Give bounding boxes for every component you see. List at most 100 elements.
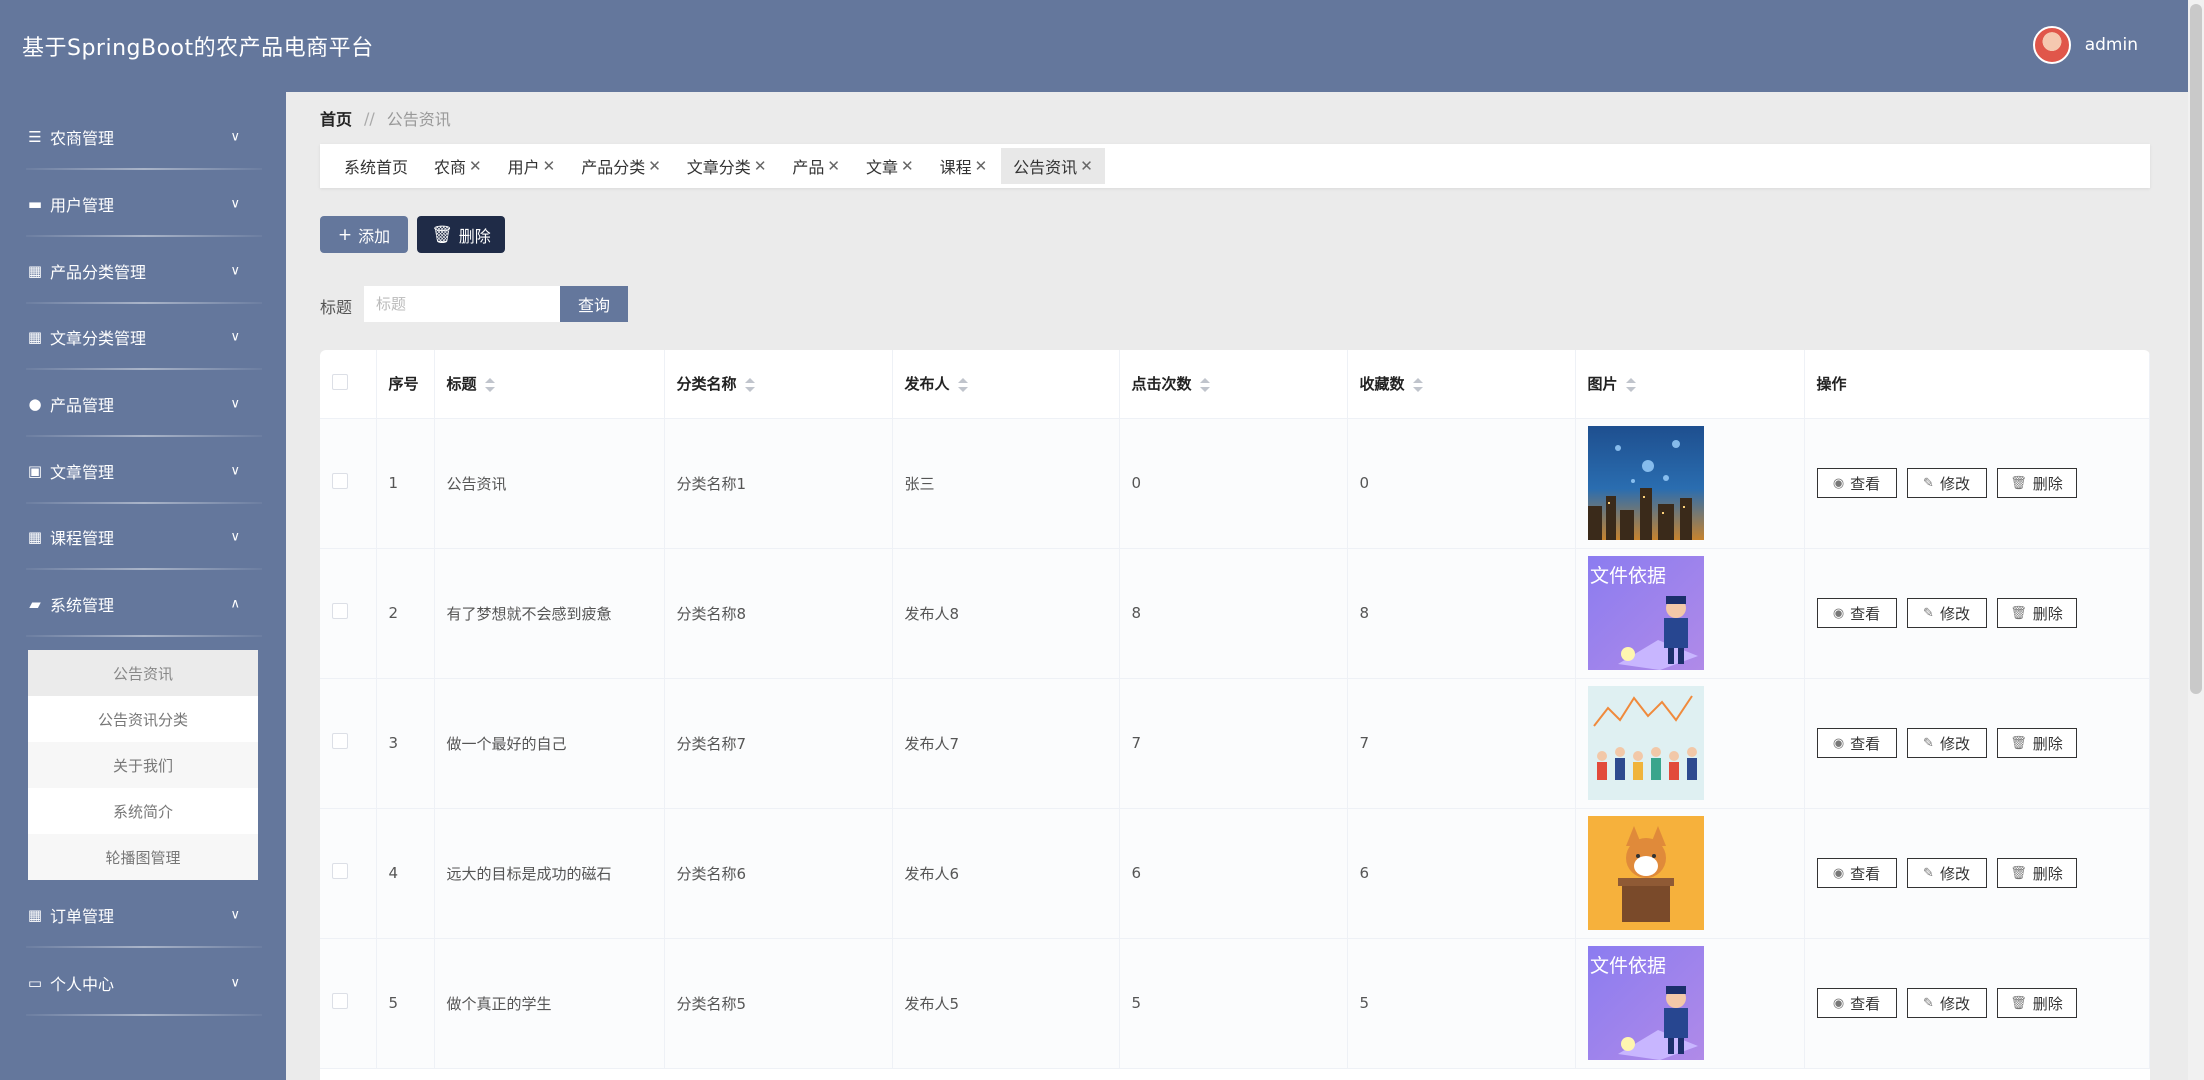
sidebar-item-products[interactable]: ● 产品管理 ∨	[26, 371, 262, 437]
sort-icon[interactable]	[1199, 377, 1210, 392]
tab-articles[interactable]: 文章 ✕	[854, 148, 926, 184]
sort-icon[interactable]	[484, 377, 495, 392]
row-checkbox[interactable]	[332, 863, 348, 879]
select-all-checkbox[interactable]	[332, 373, 348, 390]
row-delete-button[interactable]: 🗑 删除	[1996, 598, 2077, 628]
close-icon[interactable]: ✕	[543, 157, 556, 175]
submenu-item-announcement-category[interactable]: 公告资讯分类	[28, 696, 258, 742]
tab-home[interactable]: 系统首页	[332, 148, 420, 184]
close-icon[interactable]: ✕	[975, 157, 988, 175]
column-header-category[interactable]: 分类名称	[664, 350, 893, 419]
title-search-input[interactable]	[364, 286, 560, 322]
breadcrumb-home[interactable]: 首页	[320, 106, 352, 130]
submenu-item-about-us[interactable]: 关于我们	[28, 742, 258, 788]
close-icon[interactable]: ✕	[901, 157, 914, 175]
sidebar-item-product-category[interactable]: ▦ 产品分类管理 ∨	[26, 238, 262, 304]
view-button[interactable]: ◉ 查看	[1816, 858, 1897, 888]
view-button[interactable]: ◉ 查看	[1816, 988, 1897, 1018]
view-button[interactable]: ◉ 查看	[1816, 598, 1897, 628]
row-select-cell[interactable]	[320, 548, 377, 679]
submenu-item-announcements[interactable]: 公告资讯	[28, 650, 258, 696]
sort-icon[interactable]	[1625, 377, 1636, 392]
sort-icon[interactable]	[1412, 377, 1423, 392]
row-select-cell[interactable]	[320, 938, 377, 1069]
tab-farm-merchant[interactable]: 农商 ✕	[422, 148, 494, 184]
row-checkbox[interactable]	[332, 993, 348, 1009]
tab-label: 产品分类	[581, 158, 646, 177]
delete-label: 删除	[2032, 604, 2063, 623]
view-label: 查看	[1850, 864, 1881, 883]
cell-publisher: 发布人6	[892, 808, 1120, 939]
column-header-image[interactable]: 图片	[1575, 350, 1805, 419]
sidebar-item-farm-merchant[interactable]: ☰ 农商管理 ∨	[26, 104, 262, 170]
tab-article-category[interactable]: 文章分类 ✕	[675, 148, 779, 184]
column-header-title[interactable]: 标题	[434, 350, 665, 419]
sort-icon[interactable]	[957, 377, 968, 392]
edit-button[interactable]: ✎ 修改	[1906, 598, 1987, 628]
close-icon[interactable]: ✕	[1080, 157, 1093, 175]
close-icon[interactable]: ✕	[648, 157, 661, 175]
tab-product-category[interactable]: 产品分类 ✕	[569, 148, 673, 184]
system-submenu: 公告资讯 公告资讯分类 关于我们 系统简介 轮播图管理	[28, 650, 258, 880]
column-header-favorites[interactable]: 收藏数	[1347, 350, 1576, 419]
page-scrollbar[interactable]	[2188, 0, 2204, 1080]
cell-no: 5	[376, 938, 435, 1069]
submenu-item-system-intro[interactable]: 系统简介	[28, 788, 258, 834]
tab-users[interactable]: 用户 ✕	[496, 148, 568, 184]
column-header-publisher[interactable]: 发布人	[892, 350, 1120, 419]
cell-title: 做个真正的学生	[434, 938, 665, 1069]
chevron-down-icon: ∨	[230, 529, 240, 545]
column-header-clicks[interactable]: 点击次数	[1119, 350, 1348, 419]
eye-icon: ◉	[1832, 475, 1845, 491]
edit-button[interactable]: ✎ 修改	[1906, 988, 1987, 1018]
delete-label: 删除	[2032, 734, 2063, 753]
scroll-thumb[interactable]	[2190, 4, 2202, 694]
cell-image: 文件依据	[1575, 938, 1805, 1069]
tab-products[interactable]: 产品 ✕	[780, 148, 852, 184]
corgi-podium-image	[1587, 816, 1704, 930]
sidebar-item-orders[interactable]: ▦ 订单管理 ∨	[26, 882, 262, 948]
row-delete-button[interactable]: 🗑 删除	[1996, 858, 2077, 888]
grid-icon: ▦	[27, 528, 43, 546]
avatar[interactable]	[2032, 26, 2071, 64]
row-checkbox[interactable]	[332, 603, 348, 619]
row-delete-button[interactable]: 🗑 删除	[1996, 988, 2077, 1018]
sidebar-item-article-category[interactable]: ▦ 文章分类管理 ∨	[26, 304, 262, 370]
sidebar-item-label: 个人中心	[50, 975, 115, 994]
tab-courses[interactable]: 课程 ✕	[928, 148, 1000, 184]
header-label: 点击次数	[1131, 375, 1192, 394]
edit-button[interactable]: ✎ 修改	[1906, 858, 1987, 888]
row-delete-button[interactable]: 🗑 删除	[1996, 468, 2077, 498]
delete-button-label: 删除	[458, 226, 491, 246]
row-delete-button[interactable]: 🗑 删除	[1996, 728, 2077, 758]
select-all-cell[interactable]	[320, 350, 377, 419]
query-button[interactable]: 查询	[560, 286, 628, 322]
view-button[interactable]: ◉ 查看	[1816, 468, 1897, 498]
row-checkbox[interactable]	[332, 473, 348, 489]
row-select-cell[interactable]	[320, 418, 377, 549]
edit-button[interactable]: ✎ 修改	[1906, 468, 1987, 498]
username[interactable]: admin	[2085, 35, 2138, 55]
sort-icon[interactable]	[744, 377, 755, 392]
row-select-cell[interactable]	[320, 678, 377, 809]
user-menu[interactable]: admin	[2032, 26, 2138, 64]
close-icon[interactable]: ✕	[469, 157, 482, 175]
edit-button[interactable]: ✎ 修改	[1906, 728, 1987, 758]
row-select-cell[interactable]	[320, 808, 377, 939]
search-label: 标题	[320, 298, 353, 317]
sidebar-item-courses[interactable]: ▦ 课程管理 ∨	[26, 504, 262, 570]
sidebar-item-users[interactable]: ▬ 用户管理 ∨	[26, 171, 262, 237]
close-icon[interactable]: ✕	[827, 157, 840, 175]
sidebar-item-system[interactable]: ▰ 系统管理 ∧	[26, 571, 262, 637]
delete-button[interactable]: 🗑 删除	[417, 216, 505, 253]
submenu-item-carousel[interactable]: 轮播图管理	[28, 834, 258, 880]
view-button[interactable]: ◉ 查看	[1816, 728, 1897, 758]
column-header-actions: 操作	[1804, 350, 2150, 419]
sidebar-item-personal-center[interactable]: ▭ 个人中心 ∨	[26, 950, 262, 1016]
sidebar-item-articles[interactable]: ▣ 文章管理 ∨	[26, 438, 262, 504]
add-button[interactable]: + 添加	[320, 216, 408, 253]
pencil-icon: ✎	[1923, 995, 1934, 1011]
close-icon[interactable]: ✕	[754, 157, 767, 175]
tab-announcements[interactable]: 公告资讯 ✕	[1001, 148, 1105, 184]
row-checkbox[interactable]	[332, 733, 348, 749]
